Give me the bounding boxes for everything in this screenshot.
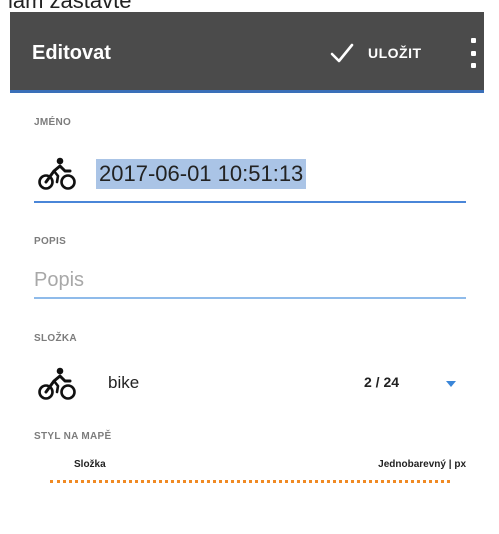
folder-select[interactable]: bike 2 / 24 — [34, 363, 466, 403]
save-button[interactable]: ULOŽIT — [330, 34, 422, 72]
map-style-folder: Složka — [74, 459, 106, 470]
folder-value: bike — [108, 373, 140, 392]
name-field[interactable]: 2017-06-01 10:51:13 — [96, 159, 307, 189]
save-label: ULOŽIT — [368, 45, 422, 61]
top-fragment: lám zastavte — [0, 0, 499, 12]
bike-icon — [38, 367, 76, 400]
page-title: Editovat — [32, 42, 111, 64]
description-label: POPIS — [34, 236, 67, 247]
folder-count: 2 / 24 — [364, 374, 400, 390]
description-underline — [34, 297, 466, 299]
edit-form: JMÉNO 2017-06-01 10:51:13 POPIS SLOŽKA b… — [10, 93, 484, 534]
folder-label: SLOŽKA — [34, 333, 77, 344]
map-style-selector[interactable]: Složka Jednobarevný | px — [34, 453, 466, 493]
chevron-down-icon — [446, 381, 456, 387]
more-vert-icon — [470, 38, 476, 43]
top-fragment-text: lám zastavte — [8, 0, 132, 12]
description-field[interactable] — [34, 265, 454, 295]
line-style-preview — [50, 480, 450, 483]
map-style-type: Jednobarevný | px — [378, 459, 466, 470]
name-underline — [34, 201, 466, 203]
app-bar: Editovat ULOŽIT — [10, 12, 484, 90]
bike-icon — [38, 157, 76, 190]
more-options-button[interactable] — [465, 38, 481, 68]
name-label: JMÉNO — [34, 117, 72, 128]
check-icon — [330, 43, 354, 63]
map-style-label: STYL NA MAPĚ — [34, 431, 112, 442]
